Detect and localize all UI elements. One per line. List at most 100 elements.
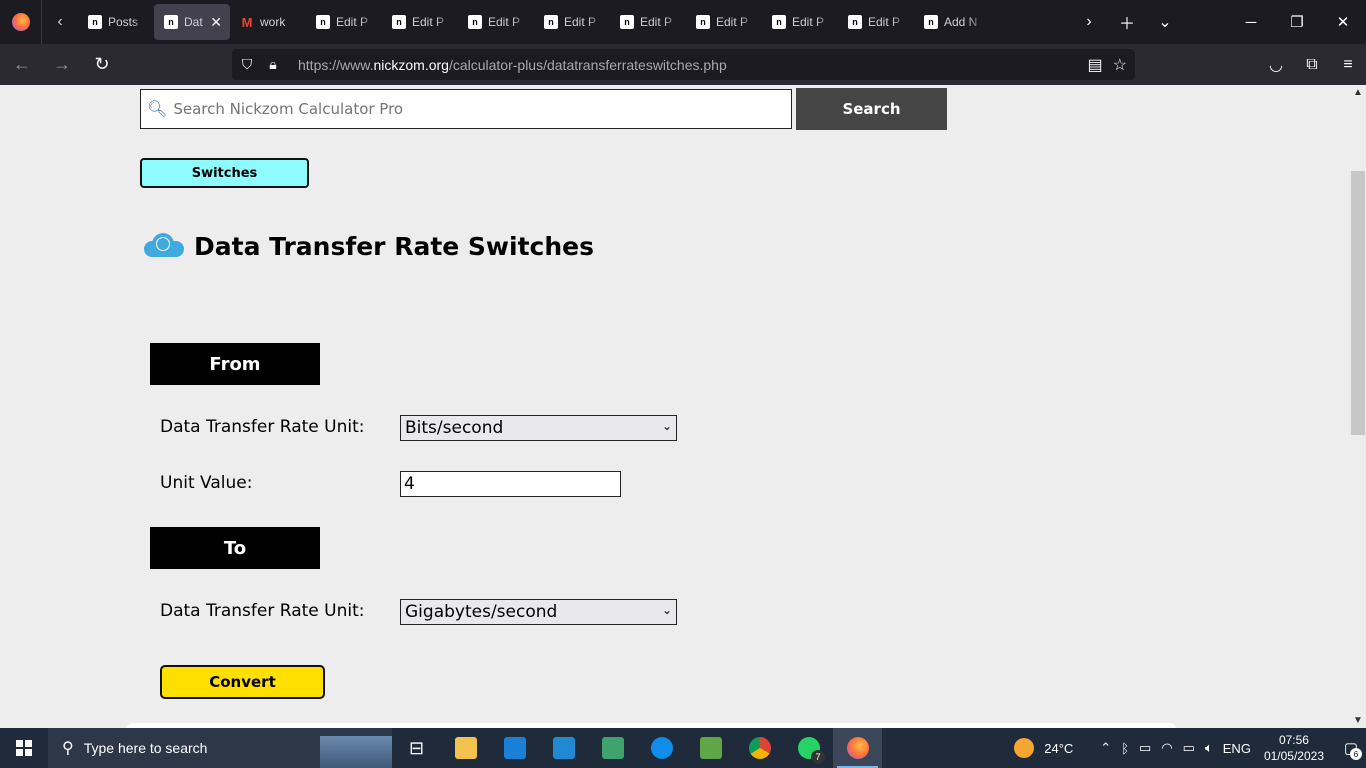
- tab-label: Edit P: [716, 15, 749, 29]
- meet-now-icon[interactable]: ▭: [1139, 740, 1151, 756]
- nz-icon: n: [620, 15, 634, 29]
- reload-icon[interactable]: ↻: [84, 49, 120, 81]
- hamburger-menu-icon[interactable]: ≡: [1330, 43, 1366, 87]
- unit-value-label: Unit Value:: [160, 473, 253, 493]
- windows-logo-icon: [16, 740, 32, 756]
- pocket-icon[interactable]: ◡: [1258, 43, 1294, 87]
- browser-tab[interactable]: n Edit P: [838, 4, 914, 40]
- close-tab-icon[interactable]: ✕: [210, 14, 222, 31]
- search-highlight-image: [320, 736, 392, 768]
- firefox-taskbar-icon[interactable]: [833, 728, 882, 768]
- notification-count: 6: [1350, 748, 1362, 760]
- browser-tab[interactable]: n Add N: [914, 4, 990, 40]
- browser-tab[interactable]: n Edit P: [762, 4, 838, 40]
- url-text[interactable]: https://www.nickzom.org/calculator-plus/…: [298, 57, 727, 73]
- unit-value-input[interactable]: 4: [400, 471, 621, 497]
- tab-label: Edit P: [564, 15, 597, 29]
- address-bar[interactable]: ⛉ 🔒︎ https://www.nickzom.org/calculator-…: [232, 49, 1135, 80]
- wifi-icon[interactable]: ◠: [1161, 740, 1172, 756]
- whatsapp-badge: 7: [811, 750, 825, 764]
- browser-tab[interactable]: Mwork: [230, 4, 306, 40]
- scroll-down-icon[interactable]: ▼: [1353, 715, 1363, 726]
- clock-time: 07:56: [1278, 733, 1309, 747]
- browser-tab[interactable]: n Edit P: [306, 4, 382, 40]
- notification-center-icon[interactable]: ▢ 6: [1336, 728, 1366, 768]
- scroll-up-icon[interactable]: ▲: [1353, 87, 1363, 98]
- page-scrollbar[interactable]: ▲ ▼: [1349, 85, 1366, 728]
- to-heading: To: [150, 527, 320, 569]
- nz-icon: n: [772, 15, 786, 29]
- tab-scroll-left-icon[interactable]: ‹: [42, 0, 78, 44]
- nz-icon: n: [316, 15, 330, 29]
- teamviewer-icon[interactable]: [637, 728, 686, 768]
- browser-tab[interactable]: n Edit P: [458, 4, 534, 40]
- chevron-down-icon: ⌄: [661, 419, 672, 433]
- extensions-icon[interactable]: ⧉: [1294, 43, 1330, 87]
- nodejs-icon[interactable]: [686, 728, 735, 768]
- search-input[interactable]: 🔍︎: [140, 89, 792, 129]
- lock-icon[interactable]: 🔒︎: [262, 56, 284, 73]
- search-button[interactable]: Search: [796, 88, 947, 130]
- switches-button[interactable]: Switches: [140, 158, 309, 188]
- from-unit-select[interactable]: Bits/second ⌄: [400, 415, 677, 441]
- nz-icon: n: [88, 15, 102, 29]
- forward-icon[interactable]: →: [44, 49, 80, 81]
- scrollbar-thumb[interactable]: [1351, 171, 1365, 435]
- start-button[interactable]: [0, 728, 48, 768]
- to-unit-value: Gigabytes/second: [405, 602, 558, 622]
- weather-widget[interactable]: 24°C: [1014, 738, 1073, 758]
- whatsapp-icon[interactable]: 7: [784, 728, 833, 768]
- restore-icon[interactable]: ❐: [1274, 0, 1320, 44]
- chrome-icon[interactable]: [735, 728, 784, 768]
- from-heading: From: [150, 343, 320, 385]
- browser-tab[interactable]: n Dat ✕: [154, 4, 230, 40]
- from-unit-label: Data Transfer Rate Unit:: [160, 417, 365, 437]
- weather-icon: [1014, 738, 1035, 758]
- nz-icon: n: [392, 15, 406, 29]
- close-window-icon[interactable]: ✕: [1320, 0, 1366, 44]
- language-indicator[interactable]: ENG: [1223, 741, 1251, 756]
- browser-tab[interactable]: n Posts: [78, 4, 154, 40]
- browser-tab[interactable]: n Edit P: [686, 4, 762, 40]
- tab-label: Edit P: [640, 15, 673, 29]
- convert-button[interactable]: Convert: [160, 665, 325, 699]
- shield-icon[interactable]: ⛉: [236, 56, 258, 73]
- back-icon[interactable]: ←: [4, 49, 40, 81]
- battery-icon[interactable]: ▭: [1183, 740, 1195, 756]
- browser-tab[interactable]: n Edit P: [382, 4, 458, 40]
- browser-tab-strip: ‹ n Posts n Dat ✕ Mwork n Edit Pn Edit Pn Edit Pn…: [0, 0, 1366, 44]
- app-cube-icon[interactable]: [588, 728, 637, 768]
- clock[interactable]: 07:56 01/05/2023: [1264, 732, 1324, 764]
- bookmark-star-icon[interactable]: ☆: [1113, 55, 1127, 75]
- gmail-icon: M: [241, 14, 253, 30]
- nz-icon: n: [924, 15, 938, 29]
- show-hidden-icons-icon[interactable]: ⌃: [1100, 740, 1111, 756]
- bluetooth-icon[interactable]: ᛒ: [1121, 741, 1129, 756]
- tab-label: Posts: [108, 15, 139, 29]
- new-tab-icon[interactable]: ＋: [1108, 0, 1146, 44]
- search-icon: ⚲: [62, 740, 74, 757]
- temperature: 24°C: [1044, 740, 1074, 756]
- firefox-menu-icon[interactable]: [0, 0, 42, 44]
- list-all-tabs-icon[interactable]: ⌄: [1146, 0, 1184, 44]
- tab-label: Edit P: [336, 15, 369, 29]
- minimize-icon[interactable]: ─: [1228, 0, 1274, 44]
- nz-icon: n: [848, 15, 862, 29]
- taskbar-search[interactable]: ⚲ Type here to search: [48, 728, 392, 768]
- system-tray: 24°C ⌃ ᛒ ▭ ◠ ▭ 🔈︎ ENG 07:56 01/05/2023 ▢…: [1014, 728, 1366, 768]
- page-content: 🔍︎ Search Switches Data Transfer Rate Sw…: [0, 85, 1349, 728]
- tab-scroll-right-icon[interactable]: ›: [1070, 0, 1108, 44]
- tab-label: Add N: [944, 15, 978, 29]
- vscode-icon[interactable]: [539, 728, 588, 768]
- task-view-icon[interactable]: ⊟: [392, 728, 441, 768]
- reader-view-icon[interactable]: ▤: [1088, 55, 1103, 75]
- mail-icon[interactable]: [490, 728, 539, 768]
- to-unit-select[interactable]: Gigabytes/second ⌄: [400, 599, 677, 625]
- volume-icon[interactable]: 🔈︎: [1205, 740, 1213, 756]
- browser-tab[interactable]: n Edit P: [610, 4, 686, 40]
- search-field[interactable]: [173, 100, 754, 118]
- tab-label: Edit P: [488, 15, 521, 29]
- browser-tab[interactable]: n Edit P: [534, 4, 610, 40]
- file-explorer-icon[interactable]: [441, 728, 490, 768]
- page-title: Data Transfer Rate Switches: [194, 231, 594, 261]
